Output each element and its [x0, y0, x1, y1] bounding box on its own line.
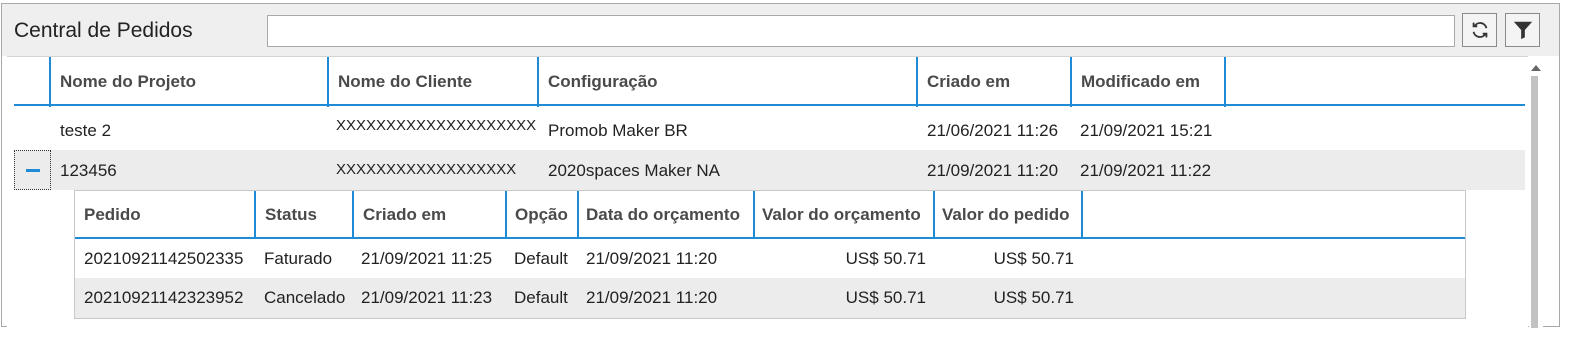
cell-cliente: XXXXXXXXXXXXXXXXXXXX [336, 117, 537, 134]
orders-grid: Nome do Projeto Nome do Cliente Configur… [7, 56, 1528, 328]
table-row-selected[interactable] [14, 150, 1525, 190]
cell-criado: 21/09/2021 11:20 [927, 161, 1059, 180]
cell-pedido: 20210921142323952 [84, 288, 244, 307]
filter-icon [1513, 21, 1532, 40]
refresh-icon [1472, 22, 1487, 38]
column-header-modificado-em[interactable]: Modificado em [1072, 57, 1226, 107]
cell-valor-orcamento: US$ 50.71 [845, 249, 926, 268]
cell-criado: 21/09/2021 11:25 [361, 249, 493, 268]
cell-opcao: Default [514, 249, 568, 268]
column-header-nome-cliente[interactable]: Nome do Cliente [329, 57, 539, 107]
detail-header-opcao[interactable]: Opção [507, 191, 579, 239]
cell-valor-orcamento: US$ 50.71 [845, 288, 926, 307]
detail-header-criado-em[interactable]: Criado em [354, 191, 507, 239]
cell-modificado: 21/09/2021 15:21 [1080, 121, 1213, 140]
detail-header-valor-orcamento[interactable]: Valor do orçamento [755, 191, 935, 239]
collapse-toggle[interactable] [14, 150, 51, 190]
cell-projeto: teste 2 [60, 121, 112, 140]
refresh-button[interactable] [1462, 13, 1497, 47]
cell-data-orcamento: 21/09/2021 11:20 [586, 249, 718, 268]
chevron-up-icon [1531, 65, 1541, 71]
cell-modificado: 21/09/2021 11:22 [1080, 161, 1212, 180]
scroll-up-button[interactable] [1529, 62, 1543, 74]
cell-configuracao: Promob Maker BR [548, 121, 688, 140]
cell-criado: 21/06/2021 11:26 [927, 121, 1059, 140]
detail-header-valor-pedido[interactable]: Valor do pedido [935, 191, 1083, 239]
cell-criado: 21/09/2021 11:23 [361, 288, 493, 307]
cell-pedido: 20210921142502335 [84, 249, 244, 268]
detail-header-divider [75, 237, 1465, 239]
page-title: Central de Pedidos [14, 19, 193, 42]
cell-configuracao: 2020spaces Maker NA [548, 161, 720, 180]
expander-column-header [14, 57, 51, 107]
orders-panel: Central de Pedidos Nome do Projeto Nome … [1, 3, 1560, 328]
toolbar: Central de Pedidos [2, 4, 1559, 56]
vertical-scrollbar[interactable] [1529, 56, 1543, 328]
column-header-configuracao[interactable]: Configuração [539, 57, 918, 107]
header-divider [14, 104, 1525, 106]
cell-data-orcamento: 21/09/2021 11:20 [586, 288, 718, 307]
scroll-thumb[interactable] [1531, 76, 1538, 328]
filter-button[interactable] [1505, 13, 1540, 47]
collapse-icon [25, 168, 40, 172]
search-input[interactable] [267, 15, 1455, 47]
cell-valor-pedido: US$ 50.71 [993, 288, 1074, 307]
cell-status: Cancelado [264, 288, 346, 307]
detail-header-status[interactable]: Status [256, 191, 354, 239]
cell-status: Faturado [264, 249, 333, 268]
detail-grid: Pedido Status Criado em Opção Data do or… [74, 190, 1466, 319]
detail-header-pedido[interactable]: Pedido [75, 191, 256, 239]
cell-valor-pedido: US$ 50.71 [993, 249, 1074, 268]
detail-header-data-orcamento[interactable]: Data do orçamento [579, 191, 755, 239]
column-header-nome-projeto[interactable]: Nome do Projeto [51, 57, 329, 107]
cell-opcao: Default [514, 288, 568, 307]
cell-projeto: 123456 [60, 161, 117, 180]
column-header-criado-em[interactable]: Criado em [918, 57, 1072, 107]
cell-cliente: XXXXXXXXXXXXXXXXXX [336, 161, 517, 178]
